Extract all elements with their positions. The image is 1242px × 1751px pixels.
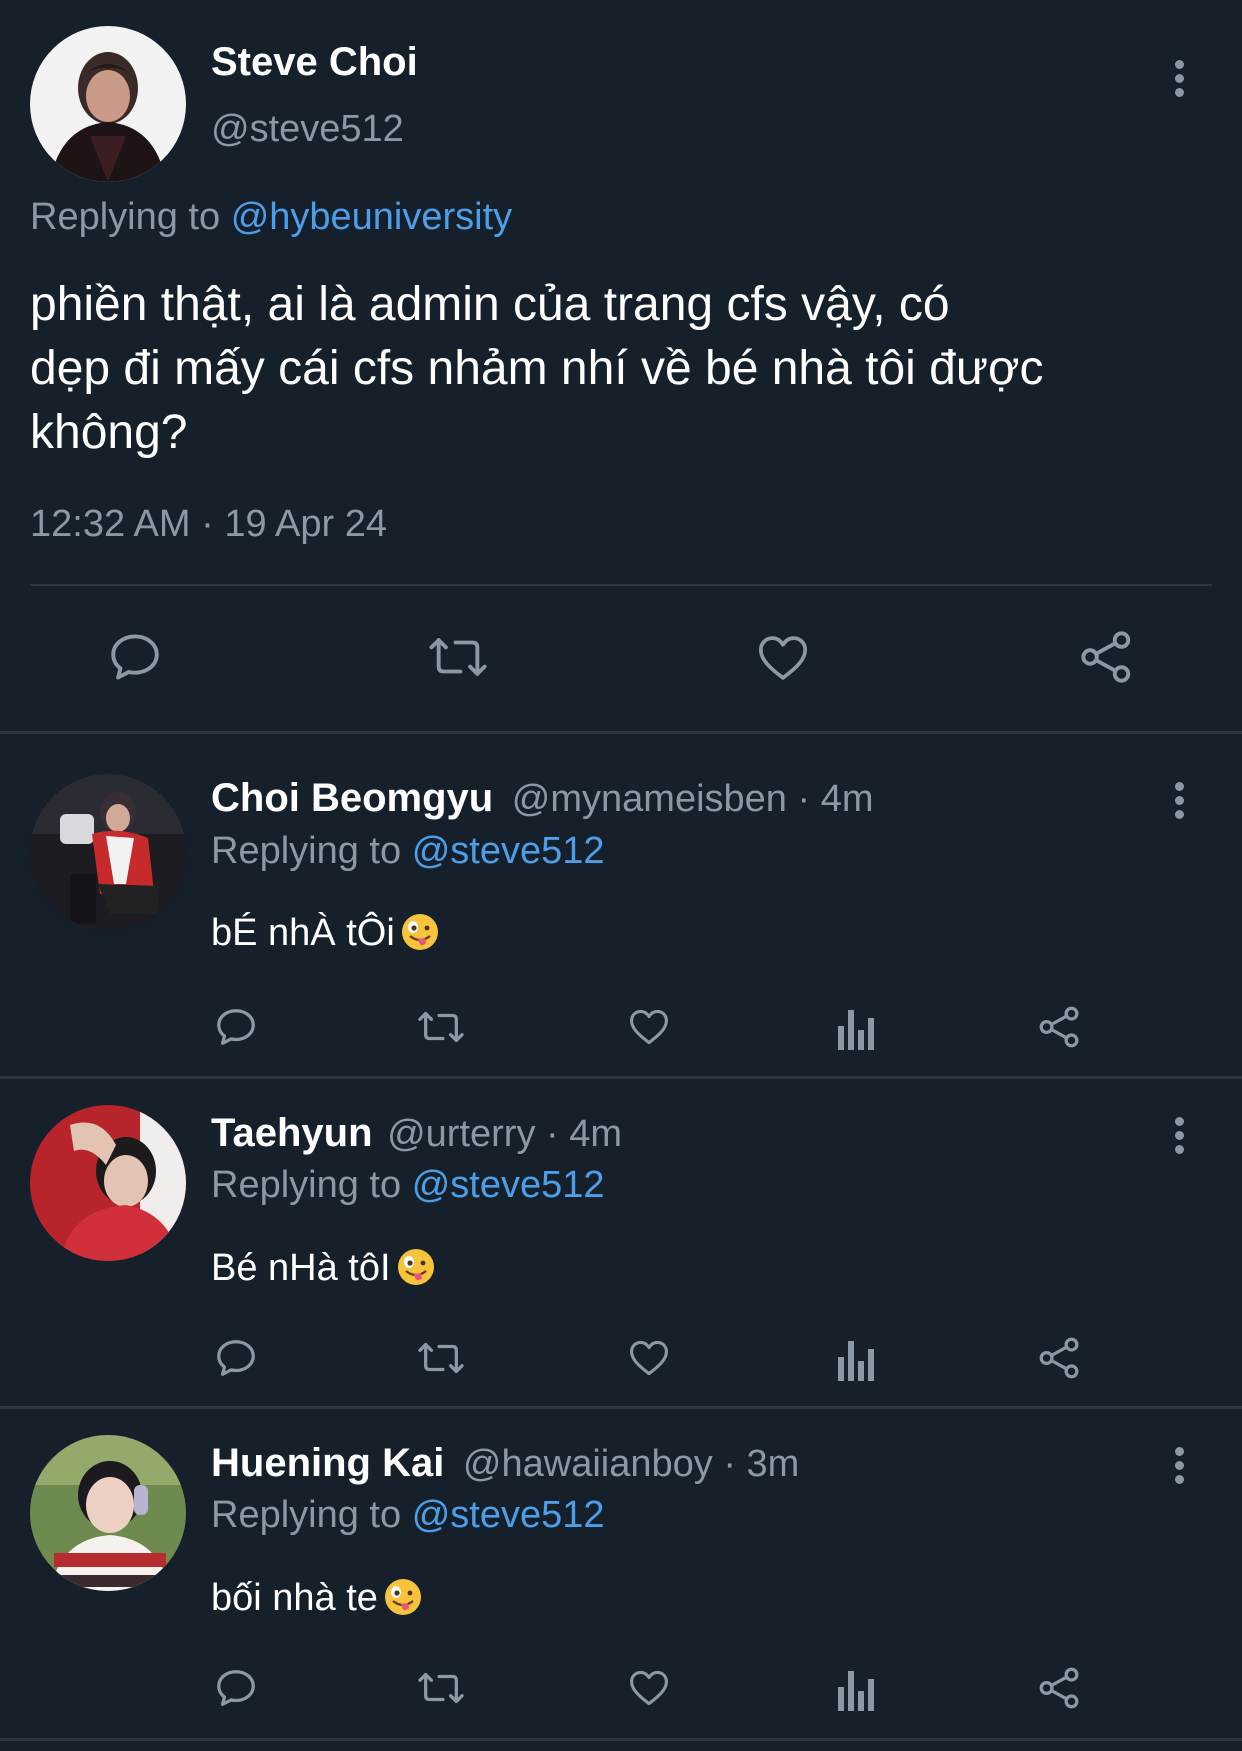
replying-to: Replying to @steve512 bbox=[211, 1494, 605, 1537]
tweet-text-line: không? bbox=[30, 406, 188, 459]
comment-icon[interactable] bbox=[213, 1004, 259, 1050]
replying-to: Replying to @hybeuniversity bbox=[30, 196, 512, 239]
reply-author-handle[interactable]: @hawaiianboy bbox=[463, 1443, 713, 1485]
reply-header: Huening Kai @hawaiianboy · 3m bbox=[211, 1441, 799, 1486]
zany-face-emoji bbox=[384, 1578, 422, 1616]
heart-icon[interactable] bbox=[754, 630, 812, 686]
reply-header: Choi Beomgyu @mynameisben · 4m bbox=[211, 776, 874, 821]
replying-to-handle[interactable]: @hybeuniversity bbox=[231, 196, 512, 238]
more-options-icon[interactable] bbox=[1167, 1117, 1191, 1161]
retweet-icon[interactable] bbox=[414, 1335, 468, 1381]
comment-icon[interactable] bbox=[213, 1335, 259, 1381]
replying-to-handle[interactable]: @steve512 bbox=[412, 1164, 605, 1206]
reply-text: bÉ nhÀ tÔi bbox=[211, 912, 439, 955]
section-divider bbox=[0, 1738, 1242, 1741]
zany-face-emoji bbox=[401, 913, 439, 951]
retweet-icon[interactable] bbox=[414, 1004, 468, 1050]
more-options-icon[interactable] bbox=[1167, 60, 1191, 104]
more-options-icon[interactable] bbox=[1167, 1447, 1191, 1491]
replying-prefix: Replying to bbox=[211, 1494, 402, 1536]
replying-to-handle[interactable]: @steve512 bbox=[412, 1494, 605, 1536]
heart-icon[interactable] bbox=[626, 1666, 672, 1710]
main-tweet: Steve Choi @steve512 Replying to @hybeun… bbox=[0, 0, 1242, 732]
tweet-text-line: dẹp đi mấy cái cfs nhảm nhí về bé nhà tô… bbox=[30, 342, 1044, 395]
author-name[interactable]: Steve Choi bbox=[211, 40, 418, 85]
heart-icon[interactable] bbox=[626, 1005, 672, 1049]
share-icon[interactable] bbox=[1037, 1335, 1083, 1381]
comment-icon[interactable] bbox=[106, 628, 164, 686]
tweet-text: phiền thật, ai là admin của trang cfs vậ… bbox=[30, 273, 1043, 465]
avatar[interactable] bbox=[30, 774, 186, 930]
main-divider bbox=[30, 584, 1212, 586]
reply-text-content: bÉ nhÀ tÔi bbox=[211, 912, 395, 954]
author-handle[interactable]: @steve512 bbox=[211, 108, 404, 151]
analytics-icon[interactable] bbox=[836, 1337, 876, 1381]
reply-author-handle[interactable]: @urterry bbox=[387, 1113, 535, 1155]
reply-text-content: Bé nHà tôI bbox=[211, 1247, 391, 1289]
replying-to: Replying to @steve512 bbox=[211, 830, 605, 873]
reply-time: · 4m bbox=[797, 778, 874, 820]
comment-icon[interactable] bbox=[213, 1665, 259, 1711]
analytics-icon[interactable] bbox=[836, 1006, 876, 1050]
share-icon[interactable] bbox=[1037, 1665, 1083, 1711]
heart-icon[interactable] bbox=[626, 1336, 672, 1380]
avatar[interactable] bbox=[30, 1435, 186, 1591]
analytics-icon[interactable] bbox=[836, 1667, 876, 1711]
reply-tweet: Huening Kai @hawaiianboy · 3m Replying t… bbox=[0, 1409, 1242, 1739]
reply-tweet: Taehyun @urterry · 4m Replying to @steve… bbox=[0, 1079, 1242, 1405]
reply-author-name[interactable]: Choi Beomgyu bbox=[211, 776, 493, 820]
reply-text: Bé nHà tôI bbox=[211, 1247, 435, 1290]
tweet-text-line: phiền thật, ai là admin của trang cfs vậ… bbox=[30, 278, 950, 331]
avatar[interactable] bbox=[30, 26, 186, 182]
retweet-icon[interactable] bbox=[414, 1665, 468, 1711]
avatar[interactable] bbox=[30, 1105, 186, 1261]
reply-time: · 4m bbox=[546, 1113, 623, 1155]
reply-author-name[interactable]: Huening Kai bbox=[211, 1441, 444, 1485]
reply-text: bối nhà te bbox=[211, 1577, 422, 1620]
replying-prefix: Replying to bbox=[30, 196, 221, 238]
more-options-icon[interactable] bbox=[1167, 782, 1191, 826]
reply-time: · 3m bbox=[723, 1443, 800, 1485]
replying-prefix: Replying to bbox=[211, 830, 402, 872]
replying-to: Replying to @steve512 bbox=[211, 1164, 605, 1207]
replying-to-handle[interactable]: @steve512 bbox=[412, 830, 605, 872]
share-icon[interactable] bbox=[1078, 628, 1136, 686]
share-icon[interactable] bbox=[1037, 1004, 1083, 1050]
timestamp: 12:32 AM · 19 Apr 24 bbox=[30, 503, 388, 545]
reply-author-handle[interactable]: @mynameisben bbox=[512, 778, 787, 820]
reply-tweet: Choi Beomgyu @mynameisben · 4m Replying … bbox=[0, 734, 1242, 1076]
retweet-icon[interactable] bbox=[424, 628, 492, 686]
reply-header: Taehyun @urterry · 4m bbox=[211, 1111, 622, 1156]
reply-text-content: bối nhà te bbox=[211, 1577, 378, 1619]
reply-author-name[interactable]: Taehyun bbox=[211, 1111, 373, 1155]
replying-prefix: Replying to bbox=[211, 1164, 402, 1206]
zany-face-emoji bbox=[397, 1248, 435, 1286]
